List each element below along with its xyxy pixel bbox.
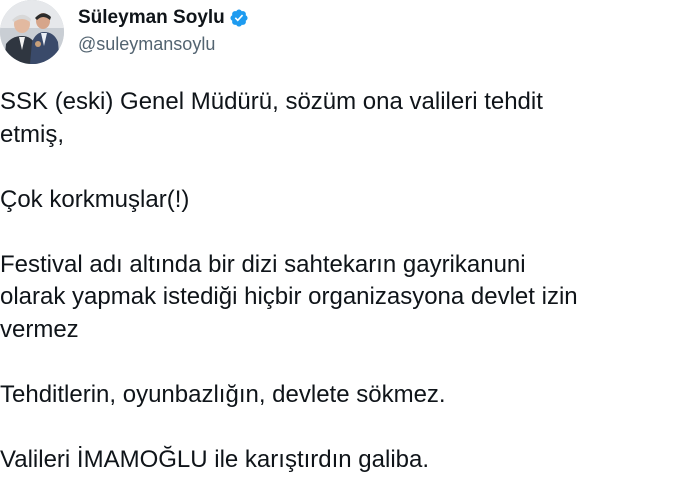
verified-badge-icon [229, 8, 249, 28]
tweet-line: vermez [0, 315, 79, 343]
tweet-line: Valileri İMAMOĞLU ile karıştırdın galiba… [0, 445, 430, 473]
avatar[interactable] [0, 0, 64, 64]
tweet-line: SSK (eski) Genel Müdürü, sözüm ona valil… [0, 88, 543, 115]
handle[interactable]: @suleymansoylu [78, 34, 249, 55]
tweet-line: Festival adı altında bir dizi sahtekarın… [0, 250, 526, 278]
tweet-line: Tehditlerin, oyunbazlığın, devlete sökme… [0, 380, 446, 408]
tweet-card: Süleyman Soylu @suleymansoylu SSK (eski)… [0, 0, 691, 502]
author-info: Süleyman Soylu @suleymansoylu [78, 7, 249, 55]
tweet-line: etmiş, [0, 120, 65, 148]
avatar-photo-icon [0, 0, 64, 64]
tweet-line: olarak yapmak istediği hiçbir organizasy… [0, 283, 578, 310]
name-row: Süleyman Soylu [78, 7, 249, 29]
tweet-line: Çok korkmuşlar(!) [0, 185, 190, 213]
display-name[interactable]: Süleyman Soylu [78, 7, 225, 29]
tweet-header: Süleyman Soylu @suleymansoylu [0, 0, 691, 70]
tweet-text: SSK (eski) Genel Müdürü, sözüm ona valil… [0, 86, 691, 476]
